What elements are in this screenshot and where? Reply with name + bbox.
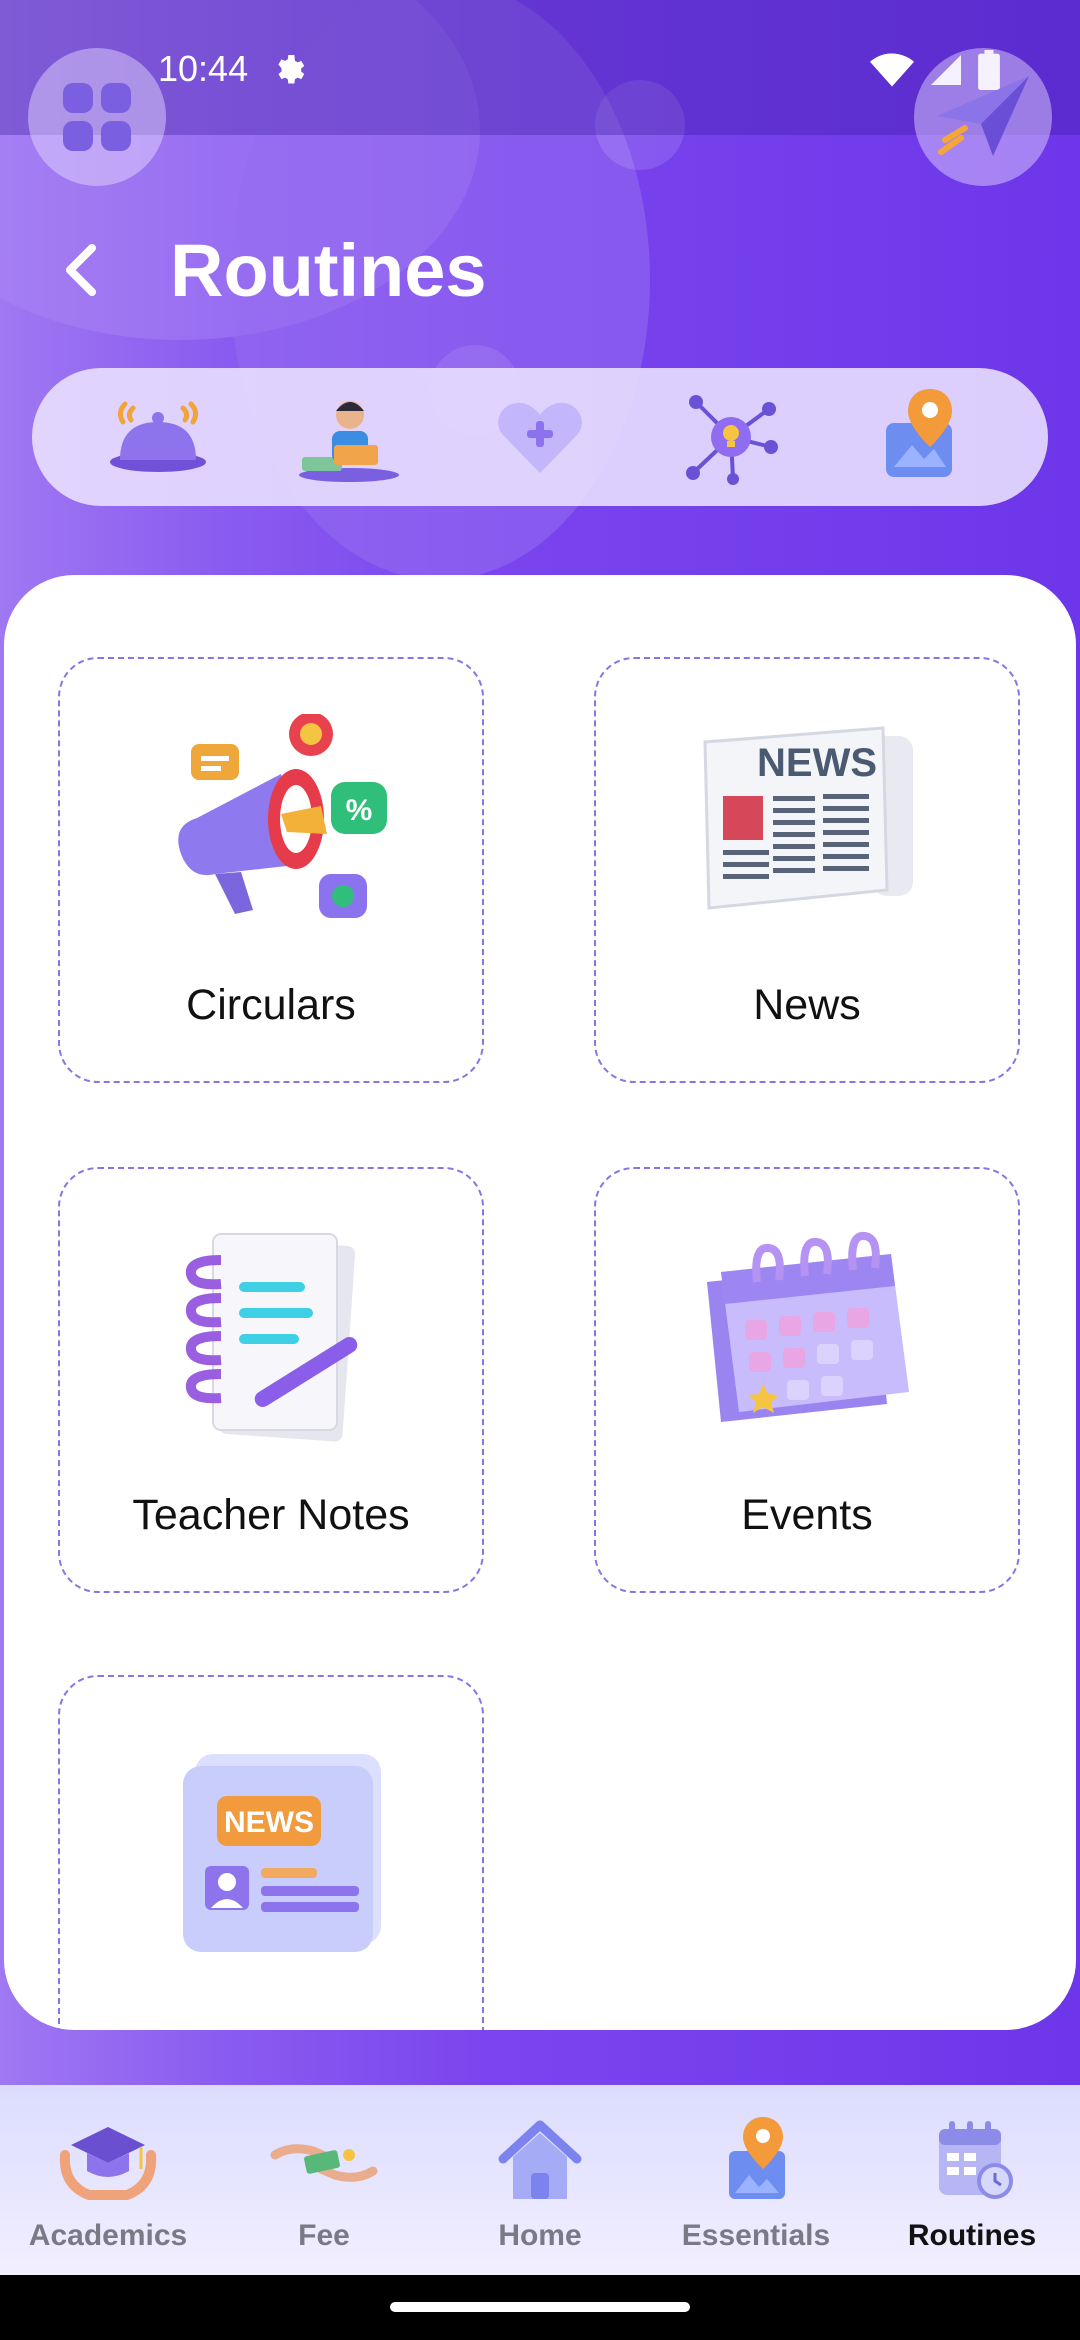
routines-calendar-icon — [939, 2121, 1013, 2199]
grid-menu-icon — [63, 83, 131, 151]
fee-payment-icon — [270, 2144, 378, 2182]
quick-action-teacher[interactable] — [289, 377, 409, 497]
tile-label: Circulars — [186, 981, 356, 1029]
nav-label: Fee — [298, 2219, 350, 2252]
megaphone-icon: % — [178, 714, 387, 918]
nav-label: Academics — [28, 2219, 188, 2252]
home-icon — [498, 2120, 582, 2199]
settings-gear-icon — [278, 55, 305, 84]
quick-action-network[interactable] — [671, 377, 791, 497]
quick-actions-bar — [32, 368, 1048, 506]
tile-label: Teacher Notes — [132, 1491, 410, 1539]
back-button[interactable] — [40, 230, 120, 310]
tile-news[interactable]: NEWS News — [594, 657, 1020, 1083]
page-header: Routines — [40, 215, 487, 325]
menu-grid-button[interactable] — [28, 48, 166, 186]
nav-label: Routines — [907, 2219, 1037, 2252]
tile-news-bulletin[interactable]: NEWS — [58, 1675, 484, 2030]
essentials-map-icon — [729, 2117, 785, 2199]
quick-action-health[interactable] — [480, 377, 600, 497]
app-root: 10:44 Routines % Circulars NEWS News Tea… — [0, 0, 1080, 2340]
nav-home[interactable]: Home — [432, 2085, 648, 2275]
bell-icon — [109, 401, 206, 472]
nav-label: Home — [498, 2219, 582, 2252]
nav-label: Essentials — [681, 2219, 831, 2252]
paper-plane-icon — [937, 76, 1029, 156]
tile-circulars[interactable]: % Circulars — [58, 657, 484, 1083]
nav-routines[interactable]: Routines — [864, 2085, 1080, 2275]
svg-text:%: % — [346, 794, 373, 827]
notebook-icon — [185, 1233, 358, 1442]
quick-action-map[interactable] — [862, 377, 982, 497]
calendar-icon — [707, 1231, 909, 1422]
tile-label: Events — [741, 1491, 873, 1539]
nav-academics[interactable]: Academics — [0, 2085, 216, 2275]
news-bulletin-icon: NEWS — [183, 1754, 381, 1952]
tile-events[interactable]: Events — [594, 1167, 1020, 1593]
content-card: % Circulars NEWS News Teacher Notes Even… — [4, 575, 1076, 2030]
heart-health-icon — [498, 402, 582, 473]
graduation-cap-icon — [59, 2127, 157, 2200]
home-gesture-handle[interactable] — [390, 2302, 690, 2312]
network-idea-icon — [686, 395, 779, 485]
newspaper-icon: NEWS — [703, 726, 913, 910]
tile-teacher-notes[interactable]: Teacher Notes — [58, 1167, 484, 1593]
news-badge-text: NEWS — [224, 1806, 314, 1839]
quick-action-bell[interactable] — [98, 377, 218, 497]
send-button[interactable] — [914, 48, 1052, 186]
wifi-icon — [870, 53, 914, 87]
chevron-left-icon — [66, 244, 96, 296]
page-title: Routines — [170, 228, 487, 312]
nav-essentials[interactable]: Essentials — [648, 2085, 864, 2275]
status-time: 10:44 — [158, 48, 249, 89]
tile-label: News — [753, 981, 861, 1029]
teacher-desk-icon — [298, 401, 399, 482]
nav-fee[interactable]: Fee — [216, 2085, 432, 2275]
svg-text:NEWS: NEWS — [757, 741, 877, 785]
map-location-icon — [886, 389, 953, 477]
bottom-nav: Academics Fee Home Essentials Routines — [0, 2085, 1080, 2275]
